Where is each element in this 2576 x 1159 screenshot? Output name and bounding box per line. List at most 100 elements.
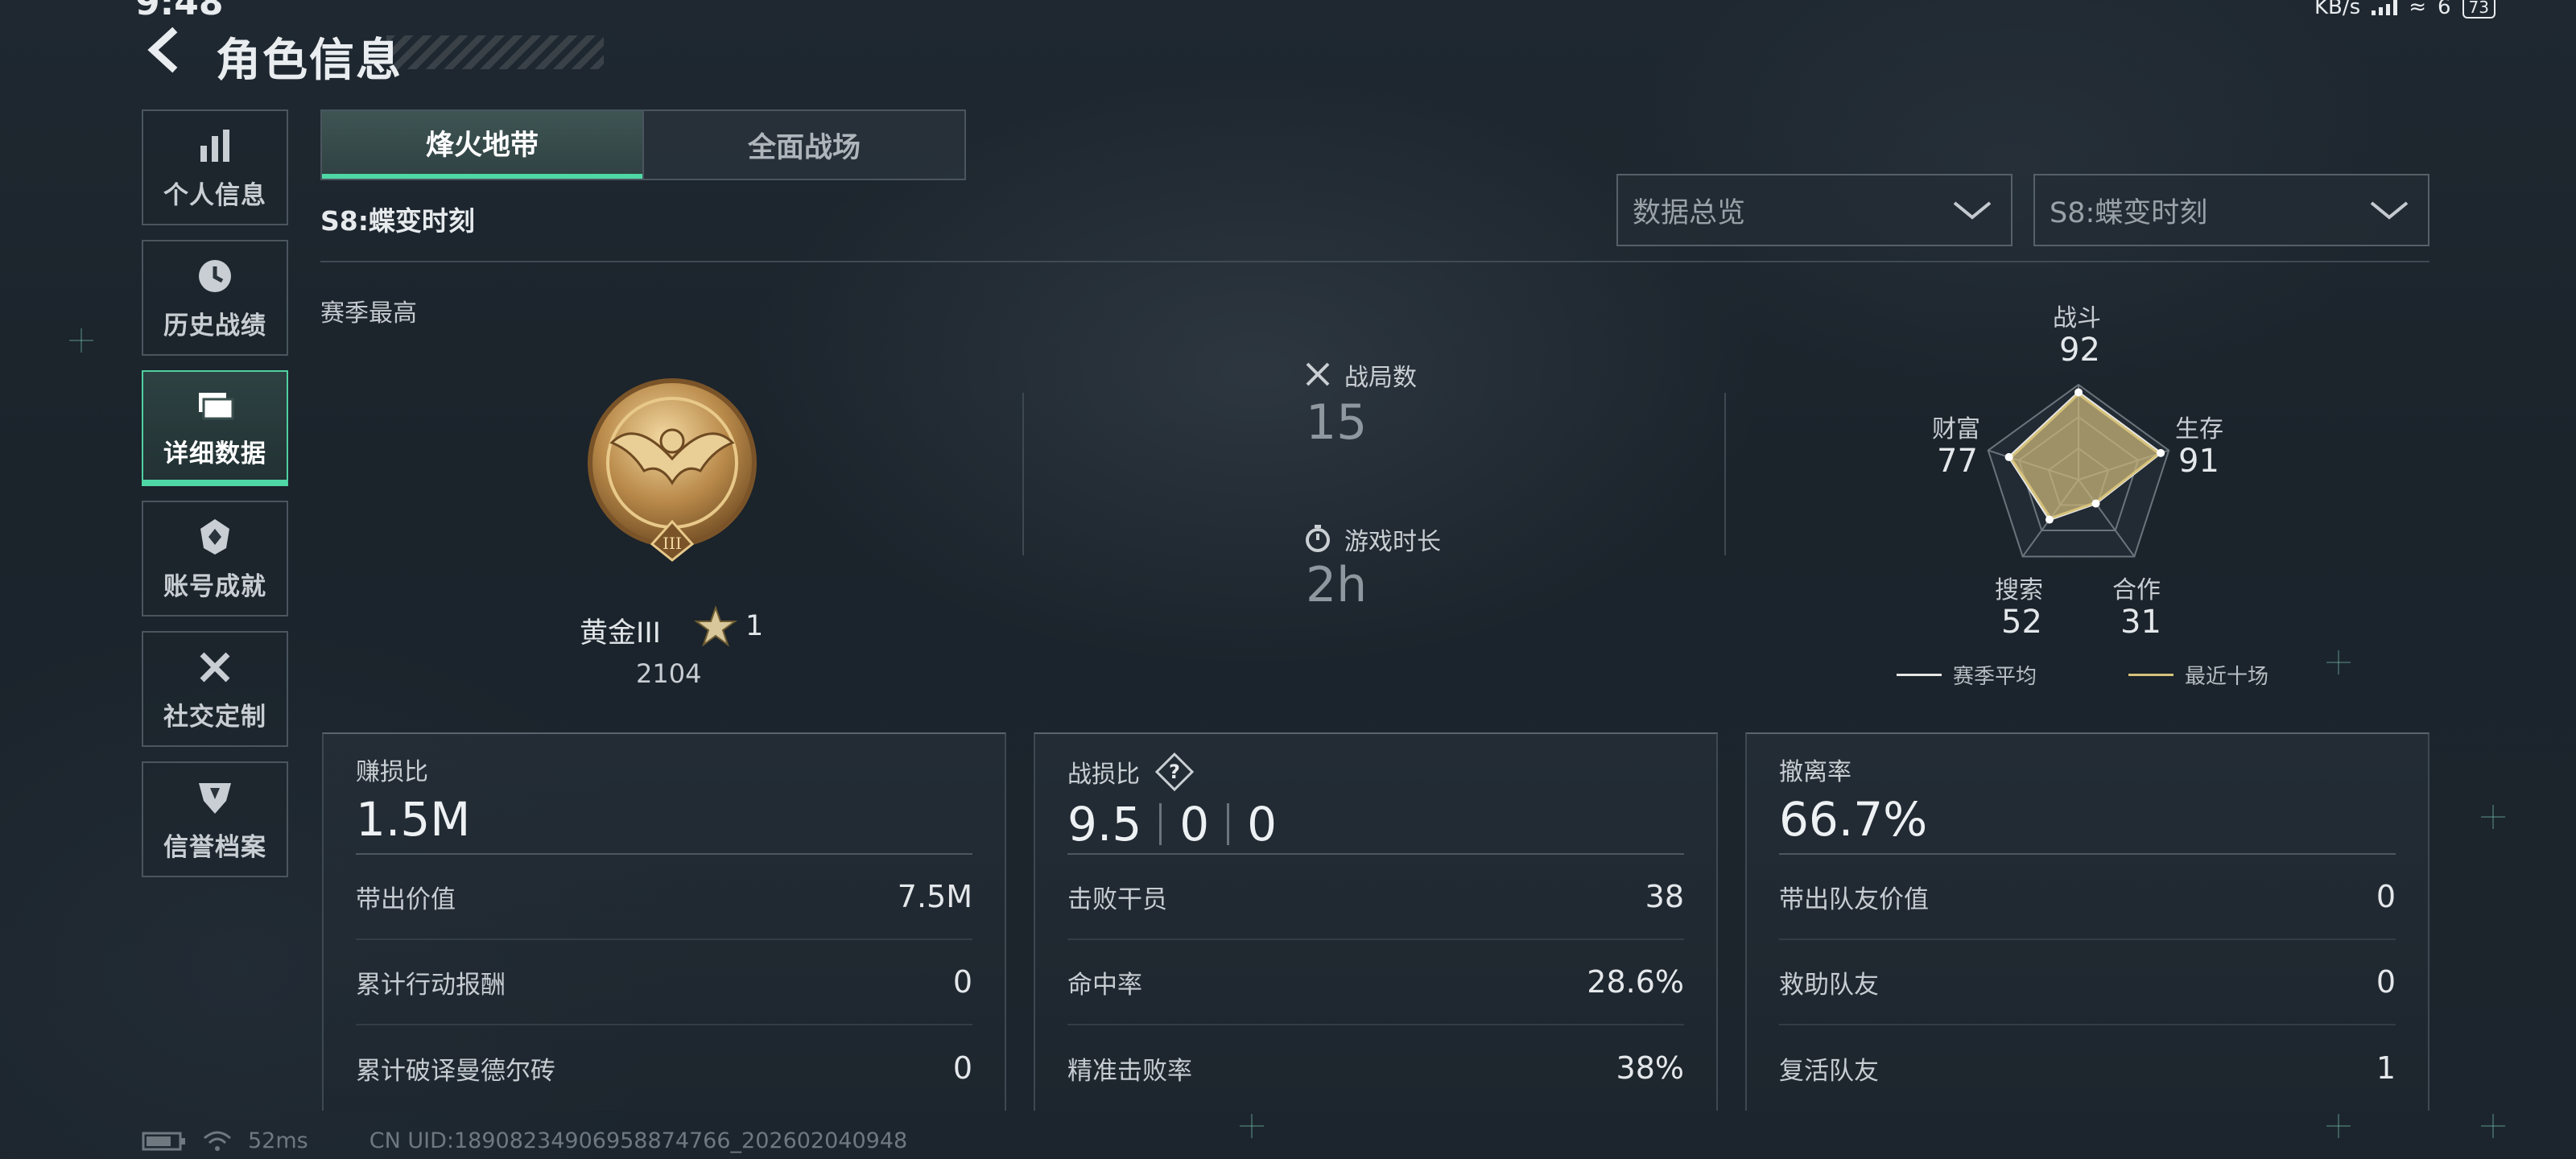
uid-text: CN UID:18908234906958874766_202602040948: [369, 1128, 908, 1153]
nav-item-credit[interactable]: 信誉档案: [142, 761, 288, 877]
title-decoration: [386, 35, 604, 69]
kd-ratio-label: 战损比: [1067, 761, 1140, 789]
radar-axis-value: 31: [2120, 604, 2161, 641]
star-icon: [694, 605, 737, 647]
rank-medal-icon: III: [588, 378, 757, 562]
network-indicator: 6: [2438, 0, 2451, 19]
tab-fire-zone[interactable]: 烽火地带: [322, 111, 642, 179]
stat-label: 累计行动报酬: [356, 970, 506, 1000]
chevron-down-icon: [2370, 201, 2409, 220]
decor-cross: [2326, 1114, 2351, 1138]
nav-item-personal-info[interactable]: 个人信息: [142, 109, 288, 225]
kd-value: 0: [1247, 797, 1278, 852]
tools-icon: [200, 652, 230, 682]
radar-point: [2091, 499, 2100, 508]
separator: [1159, 803, 1162, 845]
achievement-icon: [200, 518, 229, 555]
help-glyph: ?: [1169, 761, 1180, 783]
history-icon: [199, 259, 231, 292]
stat-row: 精准击败率 38%: [1067, 1025, 1684, 1111]
stat-row: 命中率 28.6%: [1067, 940, 1684, 1025]
footer: 52ms CN UID:18908234906958874766_2026020…: [142, 1128, 907, 1153]
decor-cross: [2481, 1114, 2505, 1138]
crossed-swords-icon: [1306, 362, 1330, 386]
mode-tabs: 烽火地带 全面战场: [320, 109, 966, 180]
stat-row: 带出价值 7.5M: [356, 855, 972, 940]
nav-item-history[interactable]: 历史战绩: [142, 240, 288, 356]
divider: [320, 261, 2429, 262]
nav-label: 账号成就: [163, 571, 266, 601]
kd-value: 0: [1179, 797, 1210, 852]
radar-axis-value: 91: [2178, 443, 2219, 480]
legend-recent: 最近十场: [2128, 660, 2268, 690]
legend-label: 最近十场: [2185, 665, 2269, 689]
signal-icon: [2372, 0, 2398, 15]
stat-label: 击败干员: [1067, 885, 1167, 914]
stat-label: 带出价值: [356, 885, 456, 914]
rank-star-count: 1: [745, 610, 764, 642]
kd-ratio-value: 9.5 0 0: [1067, 797, 1684, 852]
stat-value: 28.6%: [1587, 964, 1684, 1000]
tab-full-battlefield[interactable]: 全面战场: [642, 111, 964, 179]
radar-axis-value: 92: [2059, 332, 2100, 369]
nav-item-social[interactable]: 社交定制: [142, 631, 288, 747]
nav-item-detailed-data[interactable]: 详细数据: [142, 370, 288, 486]
season-select[interactable]: S8:蝶变时刻: [2033, 174, 2429, 246]
back-arrow-icon[interactable]: [142, 26, 190, 74]
decor-cross: [2326, 650, 2351, 674]
side-nav: 个人信息 历史战绩 详细数据 账号成就 社交定制 信誉档案: [142, 109, 288, 892]
rank-score: 2104: [636, 658, 702, 689]
status-bar-right: KB/s ≈ 6 73: [2314, 0, 2496, 19]
stat-value: 38%: [1616, 1050, 1684, 1086]
season-title: S8:蝶变时刻: [320, 205, 475, 237]
profit-card: 赚损比 1.5M 带出价值 7.5M 累计行动报酬 0 累计破译曼德尔砖 0: [322, 732, 1006, 1111]
legend-label: 赛季平均: [1953, 665, 2037, 689]
stat-row: 带出队友价值 0: [1779, 855, 2396, 940]
decor-cross: [1240, 1114, 1264, 1138]
nav-item-achievements[interactable]: 账号成就: [142, 501, 288, 617]
stat-value: 0: [952, 964, 972, 1000]
nav-label: 历史战绩: [163, 311, 266, 340]
stat-label: 带出队友价值: [1779, 885, 1929, 914]
extract-rate-label: 撤离率: [1779, 758, 1852, 786]
nav-label: 详细数据: [163, 439, 266, 468]
status-time: 9:48: [135, 0, 224, 23]
bar-chart-icon: [200, 129, 229, 162]
radar-point: [2157, 448, 2165, 457]
folder-icon: [199, 392, 234, 419]
stat-row: 救助队友 0: [1779, 940, 2396, 1025]
radar-point: [2004, 452, 2013, 461]
nav-label: 个人信息: [163, 180, 266, 210]
stat-value: 0: [2376, 879, 2396, 914]
view-select[interactable]: 数据总览: [1616, 174, 2013, 246]
profit-ratio-label: 赚损比: [356, 758, 428, 786]
season-best-label: 赛季最高: [320, 299, 417, 328]
stat-value: 1: [2376, 1050, 2396, 1086]
decor-cross: [69, 328, 93, 353]
kd-value: 9.5: [1067, 797, 1142, 852]
radar-axis-value: 77: [1937, 443, 1978, 480]
legend-season-avg: 赛季平均: [1897, 660, 2037, 690]
rank-name: 黄金III: [580, 617, 661, 650]
nav-label: 社交定制: [163, 702, 266, 732]
battery-icon: 73: [2462, 0, 2496, 19]
help-icon[interactable]: ?: [1154, 752, 1195, 792]
stat-label: 救助队友: [1779, 970, 1879, 1000]
radar-axis-label: 生存: [2175, 415, 2223, 443]
profit-ratio-value: 1.5M: [356, 792, 471, 847]
decor-cross: [2481, 805, 2505, 829]
divider: [1022, 393, 1024, 555]
divider: [1724, 393, 1726, 555]
wifi-icon: ≈: [2409, 0, 2426, 19]
battles-label: 战局数: [1344, 364, 1417, 392]
radar-axis-label: 搜索: [1995, 576, 2043, 604]
stat-value: 7.5M: [897, 879, 972, 914]
stat-label: 累计破译曼德尔砖: [356, 1056, 555, 1086]
stopwatch-icon: [1306, 525, 1330, 552]
stat-value: 0: [2376, 964, 2396, 1000]
stat-value: 38: [1645, 879, 1684, 914]
stat-row: 累计行动报酬 0: [356, 940, 972, 1025]
radar-point: [2074, 388, 2083, 397]
radar-axis-value: 52: [2001, 604, 2042, 641]
stat-row: 击败干员 38: [1067, 855, 1684, 940]
